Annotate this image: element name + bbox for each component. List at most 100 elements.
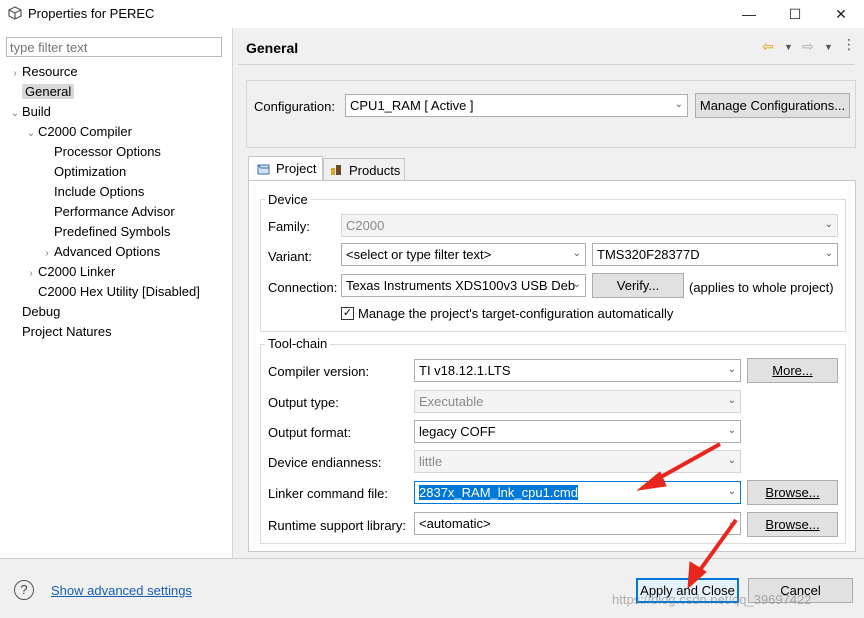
splitter[interactable] xyxy=(232,28,233,558)
variant-filter-value: <select or type filter text> xyxy=(346,247,492,262)
sidebar-item-label: Debug xyxy=(22,304,61,319)
view-menu-icon[interactable]: ⋮ xyxy=(842,36,856,53)
runtime-library-label: Runtime support library: xyxy=(268,518,406,533)
family-value: C2000 xyxy=(346,218,385,233)
chevron-right-icon[interactable]: › xyxy=(8,64,22,84)
chevron-down-icon: ⌄ xyxy=(824,248,833,259)
endianness-label: Device endianness: xyxy=(268,455,382,470)
variant-select[interactable]: TMS320F28377D ⌄ xyxy=(592,243,838,266)
sidebar-item[interactable]: › Advanced Options xyxy=(8,242,230,262)
sidebar-item-label: Advanced Options xyxy=(54,244,161,259)
products-icon xyxy=(331,165,341,175)
linker-cmd-label: Linker command file: xyxy=(268,486,388,501)
manage-target-label: Manage the project's target-configuratio… xyxy=(358,306,674,321)
sidebar-item[interactable]: General xyxy=(8,82,230,102)
sidebar-item[interactable]: Project Natures xyxy=(8,322,230,342)
output-format-value: legacy COFF xyxy=(419,424,496,439)
sidebar-item[interactable]: Predefined Symbols xyxy=(8,222,230,242)
configuration-value: CPU1_RAM [ Active ] xyxy=(350,98,474,113)
compiler-version-label: Compiler version: xyxy=(268,364,370,379)
tab-project[interactable]: Project xyxy=(248,156,323,181)
device-group-title: Device xyxy=(265,192,311,207)
tab-products[interactable]: Products xyxy=(323,158,405,181)
sidebar-item[interactable]: ⌄ C2000 Compiler xyxy=(8,122,230,142)
sidebar-item[interactable]: C2000 Hex Utility [Disabled] xyxy=(8,282,230,302)
family-label: Family: xyxy=(268,219,310,234)
connection-value: Texas Instruments XDS100v3 USB Deb xyxy=(346,278,576,293)
sidebar-item[interactable]: Performance Advisor xyxy=(8,202,230,222)
variant-label: Variant: xyxy=(268,249,312,264)
runtime-library-value: <automatic> xyxy=(419,516,491,531)
more-button[interactable]: More... xyxy=(747,358,838,383)
sidebar-item-label: Processor Options xyxy=(54,144,161,159)
forward-menu-icon[interactable]: ▼ xyxy=(824,42,833,52)
sidebar-item[interactable]: › C2000 Linker xyxy=(8,262,230,282)
more-button-label: More... xyxy=(772,363,813,378)
sidebar-item-label: C2000 Compiler xyxy=(38,124,132,139)
forward-icon[interactable]: ⇨ xyxy=(802,38,814,55)
family-select[interactable]: C2000 ⌄ xyxy=(341,214,838,237)
endianness-value: little xyxy=(419,454,443,469)
chevron-down-icon: ⌄ xyxy=(727,364,736,375)
output-type-select[interactable]: Executable ⌄ xyxy=(414,390,741,413)
maximize-button[interactable]: ☐ xyxy=(772,0,818,28)
applies-note: (applies to whole project) xyxy=(689,280,834,295)
app-icon xyxy=(8,6,22,20)
back-icon[interactable]: ⇦ xyxy=(762,38,774,55)
variant-value: TMS320F28377D xyxy=(597,247,700,262)
chevron-down-icon: ⌄ xyxy=(572,248,581,259)
show-advanced-settings-link[interactable]: Show advanced settings xyxy=(51,583,192,598)
linker-cmd-value: 2837x_RAM_lnk_cpu1.cmd xyxy=(419,485,578,500)
connection-select[interactable]: Texas Instruments XDS100v3 USB Deb ⌄ xyxy=(341,274,586,297)
sidebar-item-label: Optimization xyxy=(54,164,127,179)
chevron-down-icon: ⌄ xyxy=(727,395,736,406)
chevron-down-icon[interactable]: ⌄ xyxy=(8,104,22,124)
compiler-version-value: TI v18.12.1.LTS xyxy=(419,363,511,378)
sidebar-item-label: Build xyxy=(22,104,51,119)
compiler-version-select[interactable]: TI v18.12.1.LTS ⌄ xyxy=(414,359,741,382)
sidebar-item-label: General xyxy=(22,84,75,99)
back-menu-icon[interactable]: ▼ xyxy=(784,42,793,52)
filter-input[interactable] xyxy=(6,37,222,57)
chevron-right-icon[interactable]: › xyxy=(24,264,38,284)
annotation-arrow-apply xyxy=(698,518,738,572)
annotation-arrows xyxy=(636,442,738,590)
sidebar-item-label: Resource xyxy=(22,64,78,79)
tab-project-label: Project xyxy=(276,161,317,176)
chevron-down-icon[interactable]: ⌄ xyxy=(24,124,38,144)
sidebar-item-label: C2000 Hex Utility [Disabled] xyxy=(38,284,200,299)
sidebar-item[interactable]: Optimization xyxy=(8,162,230,182)
variant-filter-select[interactable]: <select or type filter text> ⌄ xyxy=(341,243,586,266)
page-title: General xyxy=(246,40,299,56)
output-format-label: Output format: xyxy=(268,425,352,440)
chevron-right-icon[interactable]: › xyxy=(40,244,54,264)
chevron-down-icon: ⌄ xyxy=(674,99,683,110)
window-title: Properties for PEREC xyxy=(28,6,155,21)
project-icon xyxy=(257,164,270,175)
output-type-value: Executable xyxy=(419,394,484,409)
verify-button[interactable]: Verify... xyxy=(592,273,684,298)
sidebar-item-label: Predefined Symbols xyxy=(54,224,171,239)
sidebar-item[interactable]: Include Options xyxy=(8,182,230,202)
sidebar-item[interactable]: ⌄ Build xyxy=(8,102,230,122)
connection-label: Connection: xyxy=(268,280,338,295)
title-bar: Properties for PEREC — ☐ ✕ xyxy=(0,0,864,28)
manage-target-checkbox[interactable]: ✓ xyxy=(341,307,354,320)
help-icon[interactable]: ? xyxy=(14,580,34,600)
toolchain-group-title: Tool-chain xyxy=(265,336,331,351)
sidebar-item-label: Performance Advisor xyxy=(54,204,175,219)
chevron-down-icon: ⌄ xyxy=(824,219,833,230)
close-button[interactable]: ✕ xyxy=(818,0,864,28)
manage-configurations-button[interactable]: Manage Configurations... xyxy=(695,93,850,118)
tab-products-label: Products xyxy=(349,163,401,178)
sidebar-item-label: Project Natures xyxy=(22,324,112,339)
sidebar-item-label: C2000 Linker xyxy=(38,264,116,279)
configuration-select[interactable]: CPU1_RAM [ Active ] ⌄ xyxy=(345,94,688,117)
minimize-button[interactable]: — xyxy=(726,0,772,28)
header-divider xyxy=(238,64,854,65)
sidebar-item[interactable]: Debug xyxy=(8,302,230,322)
output-type-label: Output type: xyxy=(268,395,339,410)
sidebar-item[interactable]: › Resource xyxy=(8,62,230,82)
sidebar-item[interactable]: Processor Options xyxy=(8,142,230,162)
configuration-label: Configuration: xyxy=(254,99,335,114)
